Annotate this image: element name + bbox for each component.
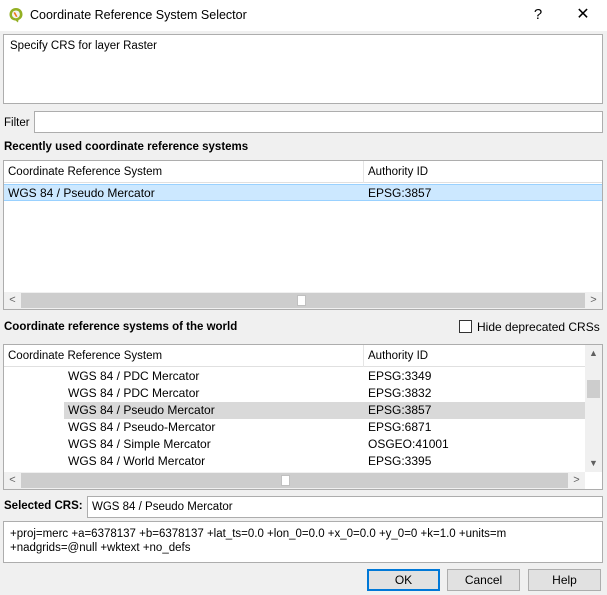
ok-button[interactable]: OK: [367, 569, 440, 591]
close-icon[interactable]: ✕: [560, 0, 606, 31]
title-bar: Coordinate Reference System Selector ? ✕: [0, 0, 607, 31]
recent-col-crs[interactable]: Coordinate Reference System: [4, 161, 364, 183]
scroll-thumb[interactable]: [297, 295, 306, 306]
world-row[interactable]: WGS 84 / World Mercator EPSG:3395: [4, 453, 585, 470]
world-row-authority: EPSG:3395: [368, 454, 432, 468]
filter-input[interactable]: [34, 111, 603, 133]
world-horizontal-scrollbar[interactable]: < >: [4, 472, 585, 489]
help-icon-button[interactable]: ?: [515, 0, 561, 31]
scroll-right-icon[interactable]: >: [568, 472, 585, 489]
world-row-name: WGS 84 / Simple Mercator: [68, 437, 211, 451]
scroll-down-icon[interactable]: ▼: [585, 455, 602, 472]
scroll-left-icon[interactable]: <: [4, 292, 21, 309]
world-row-name: WGS 84 / Pseudo Mercator: [68, 403, 215, 417]
world-row-name: WGS 84 / PDC Mercator: [68, 386, 200, 400]
world-col-crs[interactable]: Coordinate Reference System: [4, 345, 364, 367]
recent-row-name: WGS 84 / Pseudo Mercator: [8, 186, 155, 200]
help-button[interactable]: Help: [528, 569, 601, 591]
world-row-name: WGS 84 / Pseudo-Mercator: [68, 420, 216, 434]
world-col-authority[interactable]: Authority ID: [364, 345, 428, 367]
world-crs-title: Coordinate reference systems of the worl…: [4, 321, 238, 333]
scroll-up-icon[interactable]: ▲: [585, 345, 602, 362]
world-row-name: WGS 84 / PDC Mercator: [68, 369, 200, 383]
world-row-authority: EPSG:3857: [368, 403, 432, 417]
world-row-authority: EPSG:6871: [368, 420, 432, 434]
recent-horizontal-scrollbar[interactable]: < >: [4, 292, 602, 309]
world-row[interactable]: WGS 84 / PDC Mercator EPSG:3832: [4, 385, 585, 402]
world-crs-table[interactable]: Coordinate Reference System Authority ID…: [3, 344, 603, 490]
message-box: Specify CRS for layer Raster: [3, 34, 603, 104]
selected-crs-label: Selected CRS:: [4, 500, 83, 512]
hide-deprecated-checkbox[interactable]: [459, 320, 472, 333]
scroll-right-icon[interactable]: >: [585, 292, 602, 309]
world-row-selected[interactable]: WGS 84 / Pseudo Mercator EPSG:3857: [64, 402, 585, 419]
world-row[interactable]: WGS 84 / Simple Mercator OSGEO:41001: [4, 436, 585, 453]
world-row-authority: EPSG:3349: [368, 369, 432, 383]
recent-crs-title: Recently used coordinate reference syste…: [4, 141, 249, 153]
scroll-left-icon[interactable]: <: [4, 472, 21, 489]
recent-col-authority[interactable]: Authority ID: [364, 161, 428, 183]
world-row-authority: OSGEO:41001: [368, 437, 449, 451]
recent-row-authority: EPSG:3857: [368, 186, 432, 200]
recent-row-pseudo-mercator[interactable]: WGS 84 / Pseudo Mercator EPSG:3857: [4, 184, 602, 201]
world-row[interactable]: WGS 84 / PDC Mercator EPSG:3349: [4, 368, 585, 385]
world-row[interactable]: WGS 84 / Pseudo-Mercator EPSG:6871: [4, 419, 585, 436]
world-vertical-scrollbar[interactable]: ▲ ▼: [585, 345, 602, 472]
world-row-authority: EPSG:3832: [368, 386, 432, 400]
proj-string-box: +proj=merc +a=6378137 +b=6378137 +lat_ts…: [3, 521, 603, 563]
vertical-scroll-thumb[interactable]: [587, 380, 600, 398]
recent-table-header: Coordinate Reference System Authority ID: [4, 161, 602, 183]
window-title: Coordinate Reference System Selector: [30, 8, 247, 22]
scroll-thumb[interactable]: [281, 475, 290, 486]
selected-crs-field[interactable]: [87, 496, 603, 518]
hide-deprecated-label[interactable]: Hide deprecated CRSs: [477, 320, 600, 334]
recent-crs-table[interactable]: Coordinate Reference System Authority ID…: [3, 160, 603, 310]
qgis-app-icon: [9, 8, 23, 23]
world-table-header: Coordinate Reference System Authority ID: [4, 345, 602, 367]
scroll-track[interactable]: [21, 473, 568, 488]
message-text: Specify CRS for layer Raster: [10, 40, 157, 52]
world-row-name: WGS 84 / World Mercator: [68, 454, 206, 468]
proj-string-text: +proj=merc +a=6378137 +b=6378137 +lat_ts…: [10, 528, 507, 554]
cancel-button[interactable]: Cancel: [447, 569, 520, 591]
filter-label: Filter: [4, 117, 30, 129]
